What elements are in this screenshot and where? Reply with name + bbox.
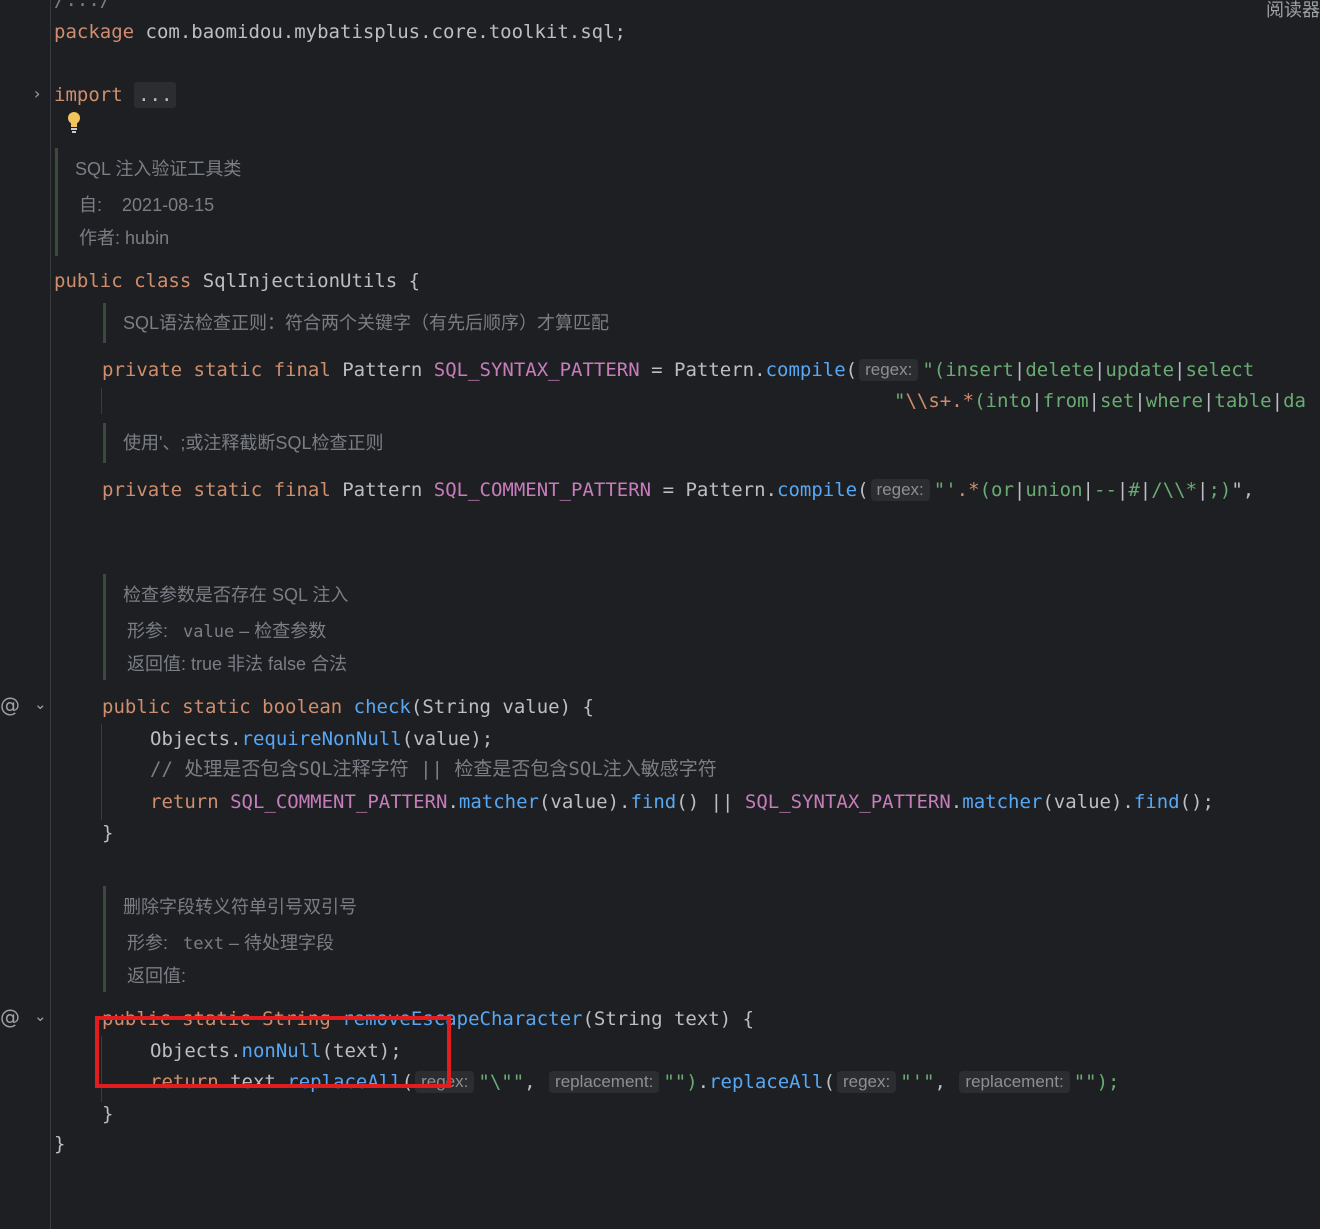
class-doc-title: SQL 注入验证工具类	[75, 159, 242, 179]
indent-guide	[101, 388, 102, 414]
doc-bar	[103, 886, 106, 992]
expand-chevron-icon[interactable]: ›	[34, 84, 40, 103]
gutter-divider	[50, 0, 51, 1229]
class-doc-since: 自: 2021-08-15	[79, 195, 215, 215]
check-method-signature: public static boolean check(String value…	[102, 696, 594, 718]
inlay-hint-replacement: replacement:	[959, 1071, 1070, 1093]
inlay-hint-replacement: replacement:	[549, 1071, 660, 1093]
indent-guide	[101, 724, 102, 820]
lightbulb-icon[interactable]	[67, 111, 81, 133]
doc-bar	[103, 423, 106, 463]
chevron-down-icon[interactable]: ⌄	[34, 1007, 47, 1025]
import-line[interactable]: import ...	[54, 82, 177, 108]
doc-bar	[103, 574, 106, 680]
reader-mode-label[interactable]: 阅读器	[1266, 0, 1320, 22]
inlay-hint-regex: regex:	[870, 479, 930, 501]
syntax-pattern-doc: SQL语法检查正则：符合两个关键字（有先后顺序）才算匹配	[123, 313, 610, 333]
check-doc-title: 检查参数是否存在 SQL 注入	[123, 585, 349, 605]
escape-doc-title: 删除字段转义符单引号双引号	[123, 897, 357, 917]
at-annotation-icon[interactable]: @	[0, 1005, 20, 1029]
comment-pattern-doc: 使用'、;或注释截断SQL检查正则	[123, 433, 384, 453]
at-annotation-icon[interactable]: @	[0, 693, 20, 717]
escape-doc-return: 返回值:	[127, 966, 187, 986]
class-doc-author: 作者: hubin	[79, 228, 170, 248]
inlay-hint-regex: regex:	[859, 359, 919, 381]
class-declaration: public class SqlInjectionUtils {	[54, 270, 421, 292]
class-close-brace: }	[54, 1133, 66, 1155]
inlay-hint-regex: regex:	[836, 1071, 897, 1093]
escape-doc-param: 形参: text – 待处理字段	[127, 933, 335, 954]
folded-header[interactable]: /.../	[54, 0, 111, 13]
check-require-nonnull: Objects.requireNonNull(value);	[150, 728, 494, 750]
syntax-pattern-field: private static final Pattern SQL_SYNTAX_…	[102, 359, 1255, 381]
check-doc-param: 形参: value – 检查参数	[127, 621, 327, 642]
folded-imports: ...	[134, 82, 177, 108]
check-close-brace: }	[102, 822, 114, 844]
check-line-comment: // 处理是否包含SQL注释字符 || 检查是否包含SQL注入敏感字符	[150, 758, 717, 780]
doc-bar	[103, 303, 106, 343]
doc-bar	[55, 148, 58, 256]
escape-close-brace: }	[102, 1103, 114, 1125]
comment-pattern-field: private static final Pattern SQL_COMMENT…	[102, 479, 1255, 501]
highlight-box	[95, 1016, 451, 1088]
fold-arrow-icon[interactable]: ›	[34, 0, 40, 2]
check-doc-return: 返回值: true 非法 false 合法	[127, 654, 348, 674]
package-line: package com.baomidou.mybatisplus.core.to…	[54, 21, 626, 43]
chevron-down-icon[interactable]: ⌄	[34, 695, 47, 713]
check-return: return SQL_COMMENT_PATTERN.matcher(value…	[150, 791, 1214, 813]
syntax-pattern-continuation: "\\s+.*(into|from|set|where|table|da	[894, 390, 1306, 412]
